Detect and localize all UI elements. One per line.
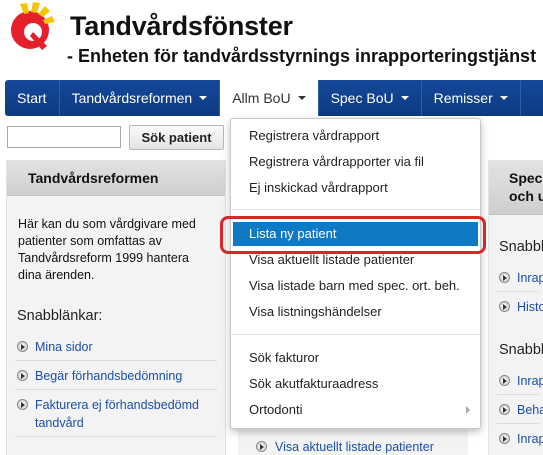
link-label: Mina sidor: [35, 340, 93, 354]
divider: [497, 423, 539, 424]
chevron-right-icon: [466, 406, 470, 414]
link-mina-sidor[interactable]: Mina sidor: [7, 338, 225, 356]
link-label: Visa aktuellt listade patienter: [275, 440, 434, 454]
panel-title-line2: och u: [509, 188, 543, 204]
quick-links-title-2: Snabblän: [499, 342, 543, 358]
nav-spec-bou-label: Spec BoU: [330, 90, 394, 106]
divider: [497, 291, 539, 292]
chevron-down-icon: [499, 96, 508, 100]
nav-spec-bou[interactable]: Spec BoU: [319, 80, 422, 116]
arrow-bullet-icon: [499, 433, 510, 444]
link-inrap-3[interactable]: Inrap: [489, 430, 543, 448]
search-patient-button[interactable]: Sök patient: [129, 125, 224, 150]
allm-bou-dropdown-menu: Registrera vårdrapport Registrera vårdra…: [230, 118, 481, 429]
arrow-bullet-icon: [499, 404, 510, 415]
menu-item-sok-fakturor[interactable]: Sök fakturor: [231, 346, 480, 370]
panel-title-line1: Spec.: [509, 170, 543, 186]
arrow-bullet-icon: [499, 375, 510, 386]
menu-divider: [231, 334, 480, 335]
menu-item-registrera-vardrapport[interactable]: Registrera vårdrapport: [231, 124, 480, 148]
link-inrap-2[interactable]: Inrap: [489, 372, 543, 390]
menu-item-ej-inskickad[interactable]: Ej inskickad vårdrapport: [231, 176, 480, 200]
link-label: Inrap: [517, 374, 543, 388]
divider: [15, 360, 217, 361]
nav-start-label: Start: [17, 90, 47, 106]
link-label: Fakturera ej förhandsbedömd tandvård: [35, 398, 199, 430]
patient-search-input[interactable]: [7, 126, 121, 148]
page-subtitle: - Enheten för tandvårdsstyrnings inrappo…: [67, 46, 537, 66]
nav-remisser[interactable]: Remisser: [422, 80, 521, 116]
nav-tandvardsreformen-label: Tandvårdsreformen: [71, 90, 193, 106]
divider: [497, 394, 539, 395]
link-beha[interactable]: Beha: [489, 401, 543, 419]
arrow-bullet-icon: [17, 370, 28, 381]
panel-tandvardsreformen: Tandvårdsreformen Här kan du som vårdgiv…: [6, 160, 226, 455]
chevron-down-icon: [297, 96, 306, 100]
page-title: Tandvårdsfönster: [70, 11, 293, 41]
link-label: Beha: [517, 403, 543, 417]
link-label: Begär förhandsbedömning: [35, 369, 183, 383]
nav-allm-bou[interactable]: Allm BoU: [220, 80, 319, 116]
quick-links-title: Snabblänkar:: [17, 308, 103, 324]
arrow-bullet-icon: [499, 301, 510, 312]
link-histo[interactable]: Histo: [489, 298, 543, 316]
link-fakturera[interactable]: Fakturera ej förhandsbedömd tandvård: [7, 396, 207, 432]
nav-allm-bou-label: Allm BoU: [232, 90, 291, 106]
arrow-bullet-icon: [17, 341, 28, 352]
panel-description: Här kan du som vårdgivare med patienter …: [18, 217, 196, 282]
link-label: Histo: [517, 300, 543, 314]
panel-spec: Spec. och u Snabblän Inrap Histo Snabblä…: [488, 160, 543, 455]
divider: [15, 389, 217, 390]
menu-item-label: Ortodonti: [249, 402, 303, 417]
main-nav: Start Tandvårdsreformen Allm BoU Spec Bo…: [5, 80, 543, 116]
link-begar-forhandsbedomning[interactable]: Begär förhandsbedömning: [7, 367, 225, 385]
arrow-bullet-icon: [256, 441, 267, 452]
menu-item-visa-listade-barn[interactable]: Visa listade barn med spec. ort. beh.: [231, 274, 480, 298]
divider: [15, 436, 217, 437]
link-inrap[interactable]: Inrap: [489, 269, 543, 287]
panel-title: Tandvårdsreformen: [7, 161, 225, 196]
nav-start[interactable]: Start: [5, 80, 60, 116]
menu-item-visa-aktuellt[interactable]: Visa aktuellt listade patienter: [231, 248, 480, 272]
arrow-bullet-icon: [17, 399, 28, 410]
link-visa-aktuellt[interactable]: Visa aktuellt listade patienter: [238, 438, 468, 455]
quick-links-title: Snabblän: [499, 239, 543, 255]
nav-tandvardsreformen[interactable]: Tandvårdsreformen: [60, 80, 221, 116]
menu-item-visa-listningshandelser[interactable]: Visa listningshändelser: [231, 300, 480, 324]
panel-title: Spec. och u: [489, 161, 543, 215]
menu-item-ortodonti[interactable]: Ortodonti: [231, 398, 480, 422]
link-label: Inrap: [517, 432, 543, 446]
page-header: Tandvårdsfönster - Enheten för tandvårds…: [0, 0, 543, 78]
chevron-down-icon: [199, 96, 208, 100]
panel-middle: Visa aktuellt listade patienter: [238, 430, 468, 455]
arrow-bullet-icon: [499, 272, 510, 283]
chevron-down-icon: [400, 96, 409, 100]
menu-item-registrera-via-fil[interactable]: Registrera vårdrapporter via fil: [231, 150, 480, 174]
nav-remisser-label: Remisser: [433, 90, 493, 106]
menu-item-lista-ny-patient[interactable]: Lista ny patient: [233, 222, 478, 246]
logo-icon: [11, 2, 55, 50]
menu-item-sok-akutfakturaadress[interactable]: Sök akutfakturaadress: [231, 372, 480, 396]
link-label: Inrap: [517, 271, 543, 285]
menu-divider: [231, 209, 480, 210]
